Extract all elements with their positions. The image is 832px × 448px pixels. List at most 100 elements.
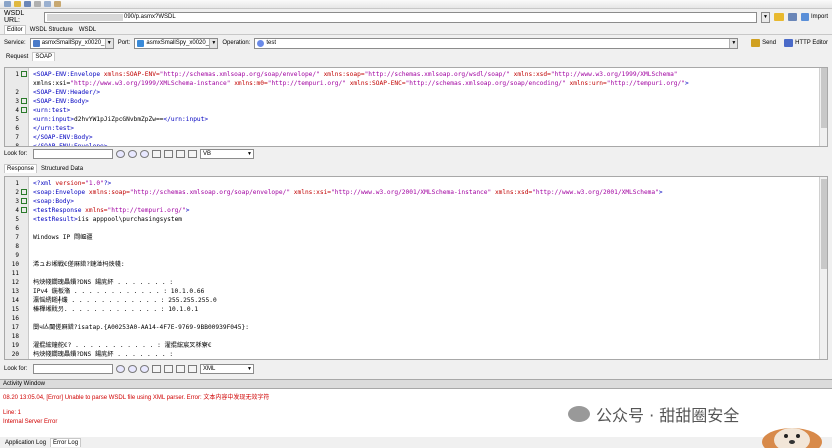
code-text: <SOAP-ENV:Header/> bbox=[33, 89, 101, 96]
tab-wsdl-structure[interactable]: WSDL Structure bbox=[28, 26, 75, 34]
service-label: Service: bbox=[4, 40, 26, 46]
folder-icon[interactable] bbox=[773, 13, 784, 21]
send-button[interactable]: Send bbox=[751, 39, 776, 47]
line-number: 4 bbox=[15, 207, 19, 214]
request-line: 3 <SOAP-ENV:Body> bbox=[5, 97, 819, 106]
new-icon[interactable] bbox=[4, 1, 11, 7]
fold-toggle-icon[interactable] bbox=[21, 189, 27, 195]
open-icon[interactable] bbox=[14, 1, 21, 7]
port-select[interactable]: asmxSmallSpy_x0020_... ▼ bbox=[134, 37, 219, 49]
tab-editor[interactable]: Editor bbox=[4, 25, 26, 34]
service-row: Service: asmxSmallSpy_x0020_... ▼ Port: … bbox=[0, 35, 832, 51]
line-number: 19 bbox=[11, 342, 19, 349]
line-number: 8 bbox=[15, 243, 19, 250]
response-line: 14 瀛愮綉鎺╃爜 . . . . . . . . . . . . : 255.… bbox=[5, 296, 819, 305]
request-line: 6 </urn:test> bbox=[5, 124, 819, 133]
find-all-icon[interactable] bbox=[140, 365, 149, 373]
response-editor[interactable]: 1 <?xml version="1.0"?> 2 <soap:Envelope xm… bbox=[4, 176, 828, 360]
fold-toggle-icon[interactable] bbox=[21, 207, 27, 213]
line-number: 9 bbox=[15, 252, 19, 259]
request-find-row: Look for: VB ▼ bbox=[4, 148, 828, 160]
highlight-icon[interactable] bbox=[188, 150, 197, 158]
cut-icon[interactable] bbox=[34, 1, 41, 7]
editor-tabs: Editor WSDL Structure WSDL bbox=[0, 25, 832, 35]
tab-soap[interactable]: SOAP bbox=[32, 52, 56, 61]
response-line: 2 <soap:Envelope xmlns:soap="http://schem… bbox=[5, 188, 819, 197]
request-scrollbar[interactable] bbox=[819, 68, 827, 146]
operation-select[interactable]: test ▼ bbox=[254, 37, 739, 49]
response-line: 19 濯掍綋鐘舵€? . . . . . . . . . . . : 濯掍綋宸叉… bbox=[5, 341, 819, 350]
match-case-icon[interactable] bbox=[152, 365, 161, 373]
fold-toggle-icon[interactable] bbox=[21, 98, 27, 104]
highlight-icon[interactable] bbox=[188, 365, 197, 373]
response-line: 10 浠ュお缃戦€傞厤鍣?鏈湴杩炴帴: bbox=[5, 260, 819, 269]
tab-structured-data[interactable]: Structured Data bbox=[39, 165, 85, 173]
log-tabs: Application Log Error Log bbox=[0, 437, 832, 448]
import-button[interactable]: Import bbox=[800, 13, 828, 21]
line-number: 6 bbox=[15, 225, 19, 232]
line-number: 5 bbox=[15, 216, 19, 223]
response-lang-select[interactable]: XML ▼ bbox=[200, 364, 254, 374]
code-text: <soap:Envelope xmlns:soap="http://schema… bbox=[33, 189, 663, 196]
tab-application-log[interactable]: Application Log bbox=[3, 439, 48, 447]
watermark-text: 公众号 · 甜甜圈安全 bbox=[596, 406, 740, 425]
find-next-icon[interactable] bbox=[128, 365, 137, 373]
match-case-icon[interactable] bbox=[152, 150, 161, 158]
save-icon[interactable] bbox=[787, 13, 797, 21]
response-find-input[interactable] bbox=[33, 364, 113, 374]
send-label: Send bbox=[762, 40, 777, 46]
response-find-row: Look for: XML ▼ bbox=[4, 363, 828, 375]
fold-toggle-icon[interactable] bbox=[21, 71, 27, 77]
request-find-input[interactable] bbox=[33, 149, 113, 159]
copy-icon[interactable] bbox=[44, 1, 51, 7]
save-icon[interactable] bbox=[24, 1, 31, 7]
tab-wsdl[interactable]: WSDL bbox=[77, 26, 98, 34]
tab-response[interactable]: Response bbox=[4, 164, 38, 173]
response-line: 6 bbox=[5, 224, 819, 233]
response-line: 3 <soap:Body> bbox=[5, 197, 819, 206]
code-text: xmlns:xsi="http://www.w3.org/1999/XMLSch… bbox=[33, 80, 689, 87]
line-number: 18 bbox=[11, 333, 19, 340]
code-text: 瀛愮綉鎺╃爜 . . . . . . . . . . . . : 255.255… bbox=[33, 297, 217, 304]
find-prev-icon[interactable] bbox=[116, 150, 125, 158]
request-line: xmlns:xsi="http://www.w3.org/1999/XMLSch… bbox=[5, 79, 819, 88]
whole-word-icon[interactable] bbox=[176, 150, 185, 158]
url-row: WSDL URL: 090/p.asmx?WSDL ▼ Import bbox=[0, 9, 832, 25]
line-number: 3 bbox=[15, 98, 19, 105]
whole-word-icon[interactable] bbox=[176, 365, 185, 373]
fold-toggle-icon[interactable] bbox=[21, 107, 27, 113]
request-editor[interactable]: 1 <SOAP-ENV:Envelope xmlns:SOAP-ENV="http… bbox=[4, 67, 828, 147]
line-number: 20 bbox=[11, 351, 19, 358]
chevron-down-icon: ▼ bbox=[247, 366, 252, 372]
http-editor-icon bbox=[784, 39, 794, 47]
error-line-number: Line: 1 bbox=[3, 410, 22, 416]
find-prev-icon[interactable] bbox=[116, 365, 125, 373]
service-select[interactable]: asmxSmallSpy_x0020_... ▼ bbox=[29, 37, 114, 49]
request-lang-select[interactable]: VB ▼ bbox=[200, 149, 254, 159]
request-line: 4 <urn:test> bbox=[5, 106, 819, 115]
request-line: 8 </SOAP-ENV:Envelope> bbox=[5, 142, 819, 146]
find-next-icon[interactable] bbox=[128, 150, 137, 158]
response-line: 1 <?xml version="1.0"?> bbox=[5, 179, 819, 188]
port-icon bbox=[137, 39, 145, 47]
tab-error-log[interactable]: Error Log bbox=[50, 438, 82, 447]
fold-toggle-icon[interactable] bbox=[21, 198, 27, 204]
line-number: 12 bbox=[11, 279, 19, 286]
dog-mascot-icon bbox=[762, 428, 822, 448]
operation-icon bbox=[257, 39, 265, 47]
url-input[interactable]: 090/p.asmx?WSDL bbox=[44, 11, 757, 23]
line-number: 2 bbox=[15, 89, 19, 96]
regex-icon[interactable] bbox=[164, 150, 173, 158]
response-scrollbar[interactable] bbox=[819, 177, 827, 359]
http-editor-label: HTTP Editor bbox=[795, 40, 828, 46]
line-number: 2 bbox=[15, 189, 19, 196]
url-dropdown-button[interactable]: ▼ bbox=[760, 11, 770, 23]
find-all-icon[interactable] bbox=[140, 150, 149, 158]
http-editor-button[interactable]: HTTP Editor bbox=[784, 39, 828, 47]
regex-icon[interactable] bbox=[164, 365, 173, 373]
port-value: asmxSmallSpy_x0020_... bbox=[146, 40, 215, 46]
line-number: 13 bbox=[11, 288, 19, 295]
paste-icon[interactable] bbox=[54, 1, 61, 7]
tab-request[interactable]: Request bbox=[4, 53, 30, 61]
request-tabs: Request SOAP bbox=[0, 51, 832, 61]
